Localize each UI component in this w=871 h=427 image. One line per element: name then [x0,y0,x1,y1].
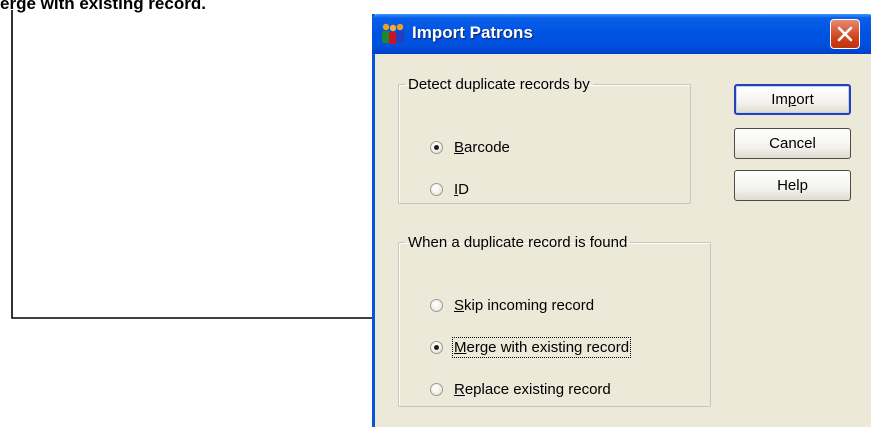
detect-duplicates-group: Detect duplicate records by Barcode ID [398,76,691,204]
dialog-title: Import Patrons [412,23,533,42]
title-bar[interactable]: Import Patrons [372,14,871,54]
radio-merge-indicator[interactable] [430,340,443,354]
cancel-button[interactable]: Cancel [734,128,851,159]
duplicate-found-legend: When a duplicate record is found [408,234,628,251]
radio-barcode-indicator[interactable] [430,140,443,154]
radio-barcode-label: Barcode [454,138,510,156]
help-button[interactable]: Help [734,170,851,201]
radio-replace-existing[interactable]: Replace existing record [430,378,611,400]
radio-merge-label: Merge with existing record [451,336,632,358]
detect-duplicates-legend: Detect duplicate records by [408,76,590,93]
import-button[interactable]: Im p ort [734,84,851,115]
radio-merge-existing[interactable]: Merge with existing record [430,336,632,358]
radio-replace-label: Replace existing record [454,380,611,398]
radio-skip-label: Skip incoming record [454,296,595,314]
radio-skip-indicator[interactable] [430,298,443,312]
radio-replace-indicator[interactable] [430,382,443,396]
close-button[interactable] [830,19,860,49]
patrons-people-icon [382,23,404,44]
radio-barcode[interactable]: Barcode [430,136,510,158]
dialog-body: Detect duplicate records by Barcode ID W… [375,54,871,427]
radio-id-label: ID [454,180,470,198]
radio-skip-incoming[interactable]: Skip incoming record [430,294,594,316]
import-patrons-dialog: Import Patrons Detect duplicate records … [372,14,871,427]
close-icon [837,26,853,42]
radio-id-indicator[interactable] [430,182,443,196]
radio-id[interactable]: ID [430,178,469,200]
duplicate-found-group: When a duplicate record is found Skip in… [398,234,711,407]
